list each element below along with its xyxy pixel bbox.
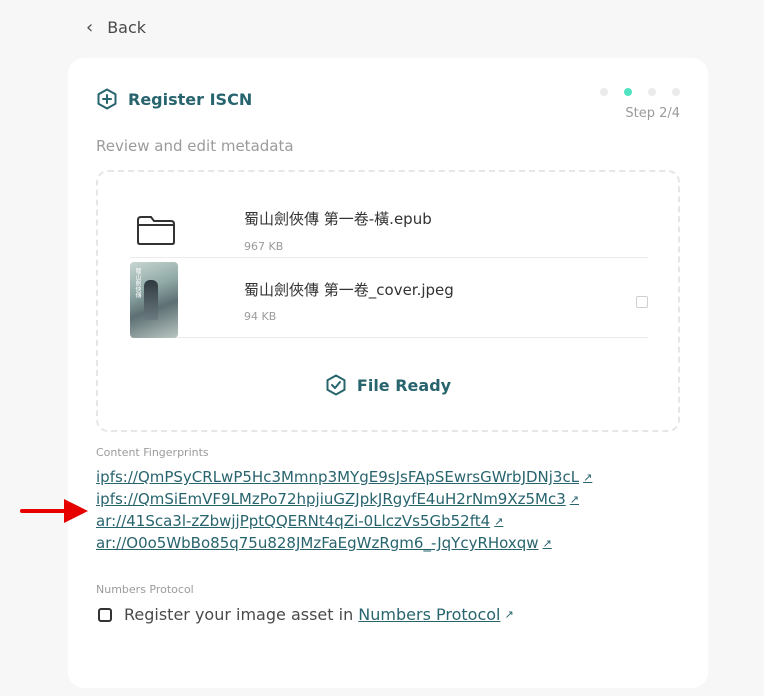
page-title: Register ISCN xyxy=(128,89,253,109)
folder-icon xyxy=(137,216,175,245)
external-link-icon: ↗ xyxy=(542,536,552,550)
card-header: Register ISCN xyxy=(96,88,252,110)
numbers-protocol-link[interactable]: Numbers Protocol xyxy=(358,605,500,624)
step-label: Step 2/4 xyxy=(625,106,680,121)
external-link-icon: ↗ xyxy=(583,470,593,484)
fingerprint-link[interactable]: ar://41Sca3l-zZbwjjPptQQERNt4qZi-0LlczVs… xyxy=(96,510,592,532)
back-button[interactable]: ‹ Back xyxy=(86,18,146,37)
file-name: 蜀山劍俠傳 第一卷_cover.jpeg xyxy=(244,281,454,299)
fingerprint-links: ipfs://QmPSyCRLwP5Hc3Mmnp3MYgE9sJsFApSEw… xyxy=(96,466,592,554)
fingerprints-label: Content Fingerprints xyxy=(96,446,209,459)
cover-thumbnail: 蜀山劍俠傳 xyxy=(130,262,178,338)
numbers-protocol-text: Register your image asset in Numbers Pro… xyxy=(124,605,501,624)
register-iscn-card: Register ISCN Step 2/4 Review and edit m… xyxy=(68,58,708,688)
file-ready-status: File Ready xyxy=(98,374,678,396)
file-row: 蜀山劍俠傳 蜀山劍俠傳 第一卷_cover.jpeg 94 KB xyxy=(130,258,648,338)
file-name: 蜀山劍俠傳 第一卷-橫.epub xyxy=(244,210,432,228)
external-link-icon: ↗ xyxy=(569,492,579,506)
external-link-icon: ↗ xyxy=(494,514,504,528)
file-row: 蜀山劍俠傳 第一卷-橫.epub 967 KB xyxy=(130,178,648,258)
file-dropzone[interactable]: 蜀山劍俠傳 第一卷-橫.epub 967 KB 蜀山劍俠傳 蜀山劍俠傳 第一卷_… xyxy=(96,170,680,432)
step-indicator: Step 2/4 xyxy=(600,88,680,121)
plus-circle-icon xyxy=(97,88,117,110)
back-label: Back xyxy=(107,18,147,37)
step-dot-4 xyxy=(672,88,680,96)
numbers-protocol-checkbox[interactable] xyxy=(98,607,112,622)
step-dot-1 xyxy=(600,88,608,96)
fingerprint-link[interactable]: ar://O0o5WbBo85q75u828JMzFaEgWzRgm6_-JqY… xyxy=(96,532,592,554)
numbers-protocol-option: Register your image asset in Numbers Pro… xyxy=(98,605,514,624)
step-dot-3 xyxy=(648,88,656,96)
fingerprint-link[interactable]: ipfs://QmPSyCRLwP5Hc3Mmnp3MYgE9sJsFApSEw… xyxy=(96,466,592,488)
file-ready-label: File Ready xyxy=(356,375,452,395)
external-link-icon: ↗ xyxy=(504,608,514,621)
file-size: 94 KB xyxy=(244,310,277,323)
numbers-protocol-label: Numbers Protocol xyxy=(96,583,194,596)
red-arrow-annotation xyxy=(20,499,88,523)
page-subtitle: Review and edit metadata xyxy=(96,137,294,155)
check-hexagon-icon xyxy=(326,374,346,396)
fingerprint-link[interactable]: ipfs://QmSiEmVF9LMzPo72hpjiuGZJpkJRgyfE4… xyxy=(96,488,592,510)
chevron-left-icon: ‹ xyxy=(86,16,94,38)
file-size: 967 KB xyxy=(244,240,284,253)
file-select-checkbox[interactable] xyxy=(636,296,648,308)
step-dot-2 xyxy=(624,88,632,96)
